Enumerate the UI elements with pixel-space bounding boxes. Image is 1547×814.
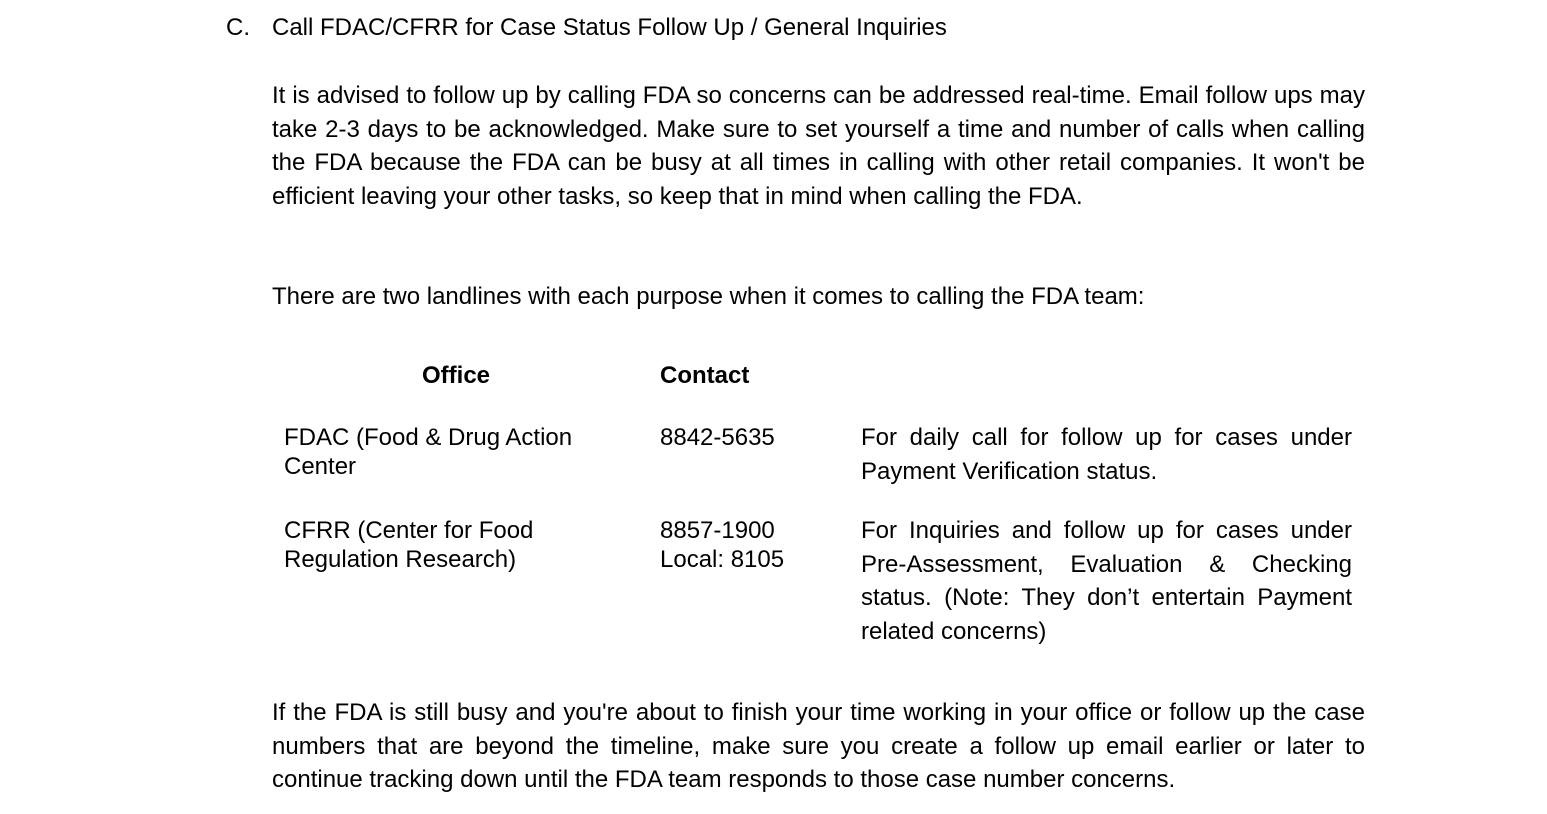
office-cell: FDAC (Food & Drug Action Center <box>284 424 573 480</box>
table-header-office: Office <box>422 362 491 389</box>
intro-paragraph: It is advised to follow up by calling FD… <box>272 82 1365 210</box>
section-heading: C. Call FDAC/CFRR for Case Status Follow … <box>226 12 947 44</box>
landlines-paragraph: There are two landlines with each purpos… <box>272 283 1145 310</box>
contact-cell: 8842-5635 <box>660 423 830 452</box>
description-cell: For daily call for follow up for cases u… <box>861 424 1352 485</box>
table-header-contact: Contact <box>660 362 750 389</box>
description-cell: For Inquiries and follow up for cases un… <box>861 517 1352 645</box>
section-letter: C. <box>226 14 250 41</box>
contact-cell: 8857-1900 Local: 8105 <box>660 516 830 574</box>
closing-paragraph: If the FDA is still busy and you're abou… <box>272 699 1365 793</box>
local-number: Local: 8105 <box>660 546 785 573</box>
phone-number: 8857-1900 <box>660 517 775 544</box>
office-cell: CFRR (Center for Food Regulation Researc… <box>284 517 534 573</box>
phone-number: 8842-5635 <box>660 424 775 451</box>
section-title: Call FDAC/CFRR for Case Status Follow Up… <box>272 14 947 41</box>
